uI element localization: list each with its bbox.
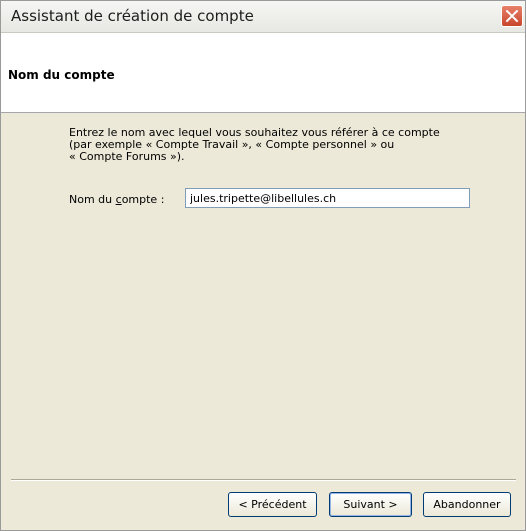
account-wizard-window: Assistant de création de compte Nom du c… (0, 0, 526, 531)
footer-separator (11, 479, 516, 481)
instructions-line: « Compte Forums »). (69, 150, 185, 163)
previous-button[interactable]: < Précédent (228, 492, 317, 517)
wizard-header: Nom du compte (1, 33, 525, 113)
wizard-content: Entrez le nom avec lequel vous souhaitez… (1, 113, 525, 473)
title-bar[interactable]: Assistant de création de compte (1, 1, 525, 33)
page-title: Nom du compte (8, 68, 115, 82)
next-button[interactable]: Suivant > (329, 492, 412, 517)
instructions-text: Entrez le nom avec lequel vous souhaitez… (69, 127, 489, 163)
cancel-button[interactable]: Abandonner (423, 492, 511, 517)
close-button[interactable] (501, 5, 523, 27)
account-name-input[interactable] (185, 188, 470, 208)
account-name-label: Nom du compte : (69, 193, 165, 206)
window-title: Assistant de création de compte (11, 7, 254, 25)
close-icon (506, 10, 518, 22)
